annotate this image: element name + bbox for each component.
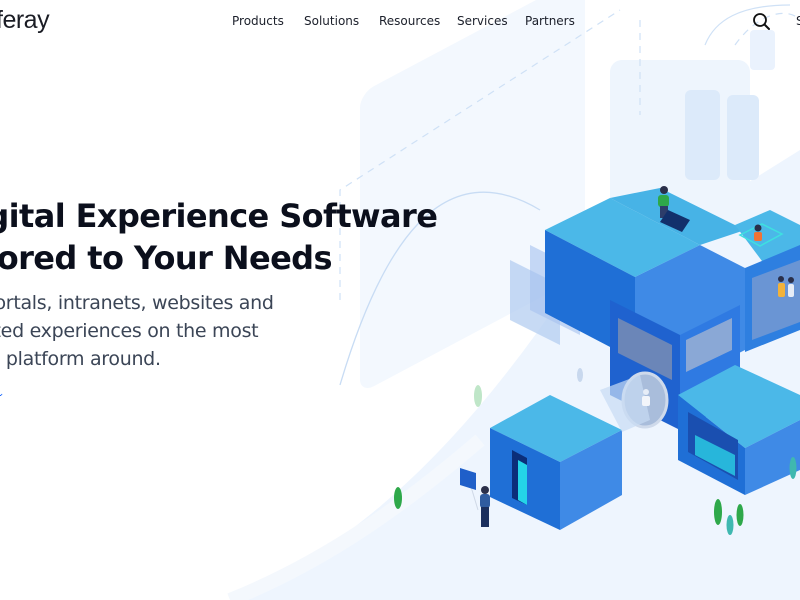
hero-desc-line-2: ected experiences on the most xyxy=(0,320,259,342)
tree-icon xyxy=(726,515,734,535)
bg-panel xyxy=(727,95,759,180)
nav-item-partners[interactable]: Partners xyxy=(525,14,575,28)
hero-description: l portals, intranets, websites and ected… xyxy=(0,289,332,373)
sign-in-link[interactable]: S xyxy=(796,14,800,28)
nav-item-solutions[interactable]: Solutions xyxy=(304,14,359,28)
top-navigation-bar: feray Products Solutions Resources Servi… xyxy=(0,0,800,46)
nav-item-products[interactable]: Products xyxy=(232,14,284,28)
hero-desc-line-3: ble platform around. xyxy=(0,348,161,370)
person-in-wheel xyxy=(642,389,650,406)
tree-icon xyxy=(714,499,722,525)
search-button[interactable] xyxy=(752,12,772,32)
nav-item-services[interactable]: Services xyxy=(457,14,508,28)
learn-more-link[interactable]: ore⌄ xyxy=(0,386,4,399)
brand-logo[interactable]: feray xyxy=(0,6,50,35)
bg-panel xyxy=(685,90,720,180)
cube-door-glow xyxy=(518,460,527,505)
hero-title-line-2: ilored to Your Needs xyxy=(0,239,333,277)
tree-icon xyxy=(577,368,583,382)
hero-desc-line-1: l portals, intranets, websites and xyxy=(0,292,274,314)
main-nav: Products Solutions Resources Services Pa… xyxy=(232,14,595,28)
search-icon xyxy=(753,13,770,30)
nav-item-resources[interactable]: Resources xyxy=(379,14,440,28)
tree-icon xyxy=(394,487,402,509)
hero-title: igital Experience Software ilored to You… xyxy=(0,195,438,279)
tree-icon xyxy=(474,385,482,407)
hero-title-line-1: igital Experience Software xyxy=(0,197,438,235)
tree-icon xyxy=(789,457,797,479)
chevron-down-icon: ⌄ xyxy=(0,389,5,399)
tree-icon xyxy=(736,504,744,526)
